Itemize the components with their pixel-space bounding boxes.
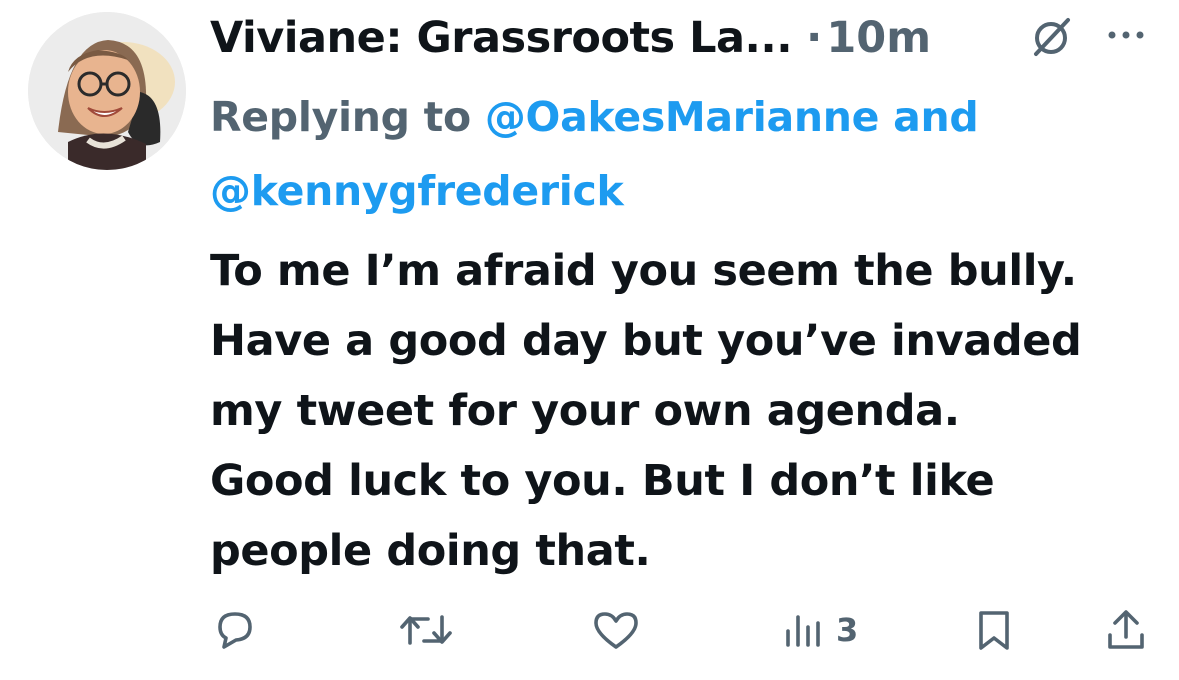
tweet-text-line: Have a good day but you’ve invaded [210, 316, 1082, 366]
reply-icon [218, 612, 252, 649]
separator-dot: · [806, 13, 823, 63]
replying-to: Replying to @OakesMarianne and @kennygfr… [210, 80, 1160, 228]
author-name[interactable]: Viviane: Grassroots La... [210, 13, 793, 63]
tweet-text-line: my tweet for your own agenda. [210, 386, 960, 436]
reply-button[interactable] [210, 600, 260, 660]
like-button[interactable] [590, 600, 642, 660]
views-count: 3 [836, 611, 859, 649]
tweet-header: Viviane: Grassroots La... · 10m [210, 8, 1160, 68]
retweet-button[interactable] [398, 600, 454, 660]
avatar-image [28, 12, 186, 170]
views-button[interactable]: 3 [782, 600, 858, 660]
tweet-text-line: To me I’m afraid you seem the bully. [210, 246, 1077, 296]
tweet-text: To me I’m afraid you seem the bully. Hav… [210, 236, 1160, 586]
like-icon [594, 612, 638, 649]
avatar[interactable] [28, 12, 186, 170]
tweet-text-line: Good luck to you. But I don’t like [210, 456, 995, 506]
timestamp[interactable]: 10m [826, 13, 931, 63]
more-icon[interactable] [1106, 20, 1146, 50]
mention-link[interactable]: @OakesMarianne [485, 93, 880, 141]
bookmark-button[interactable] [972, 600, 1016, 660]
replying-prefix: Replying to [210, 93, 471, 141]
retweet-icon [400, 615, 452, 645]
share-icon [1108, 610, 1144, 649]
tweet-text-line: people doing that. [210, 526, 651, 576]
views-icon [786, 615, 820, 647]
share-button[interactable] [1102, 600, 1150, 660]
action-bar: 3 [210, 600, 1160, 660]
grok-icon[interactable] [1028, 14, 1074, 60]
mention-link[interactable]: @kennygfrederick [210, 167, 624, 215]
bookmark-icon [979, 611, 1009, 650]
mention-join: and [893, 93, 979, 141]
